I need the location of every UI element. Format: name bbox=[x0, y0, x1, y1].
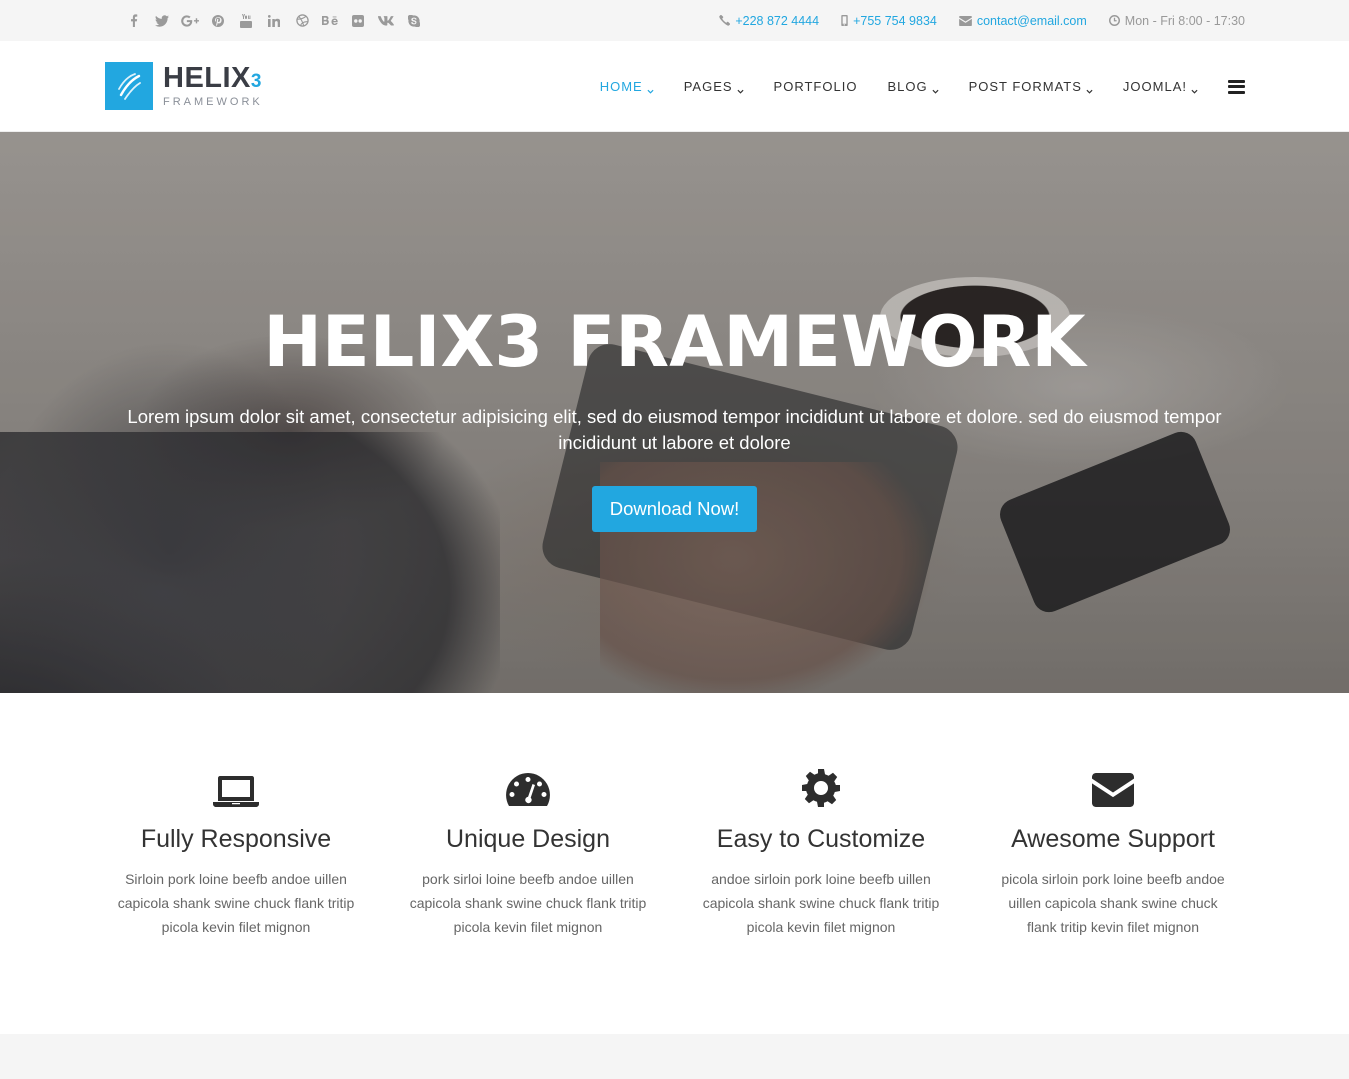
laptop-icon bbox=[106, 767, 366, 807]
features-section: Fully Responsive Sirloin pork loine beef… bbox=[0, 693, 1349, 1034]
feature-unique-design: Unique Design pork sirloi loine beefb an… bbox=[398, 767, 658, 939]
nav-item-home[interactable]: HOME bbox=[600, 79, 654, 94]
mobile-link[interactable]: +755 754 9834 bbox=[853, 14, 937, 28]
skype-icon[interactable] bbox=[400, 14, 428, 27]
chevron-down-icon bbox=[647, 83, 654, 94]
feature-text: picola sirloin pork loine beefb andoe ui… bbox=[1001, 871, 1225, 935]
vk-icon[interactable] bbox=[372, 15, 400, 26]
flickr-icon[interactable] bbox=[344, 14, 372, 27]
dashboard-icon bbox=[398, 767, 658, 807]
feature-easy-to-customize: Easy to Customize andoe sirloin pork loi… bbox=[691, 767, 951, 939]
contact-info: +228 872 4444 +755 754 9834 contact@emai… bbox=[697, 0, 1245, 41]
site-logo[interactable]: HELIX3 FRAMEWORK bbox=[105, 62, 263, 110]
feature-awesome-support: Awesome Support picola sirloin pork loin… bbox=[983, 767, 1243, 939]
feature-title: Fully Responsive bbox=[140, 825, 332, 853]
mobile-icon bbox=[841, 15, 848, 26]
logo-subtitle: FRAMEWORK bbox=[163, 96, 263, 108]
feature-text: Sirloin pork loine beefb andoe uillen ca… bbox=[117, 871, 355, 935]
phone-item: +228 872 4444 bbox=[719, 14, 819, 28]
youtube-icon[interactable] bbox=[232, 13, 260, 28]
hero-title: HELIX3 FRAMEWORK bbox=[263, 301, 1086, 383]
feature-text: pork sirloi loine beefb andoe uillen cap… bbox=[409, 871, 647, 935]
hero-description: Lorem ipsum dolor sit amet, consectetur … bbox=[127, 406, 1222, 453]
google-plus-icon[interactable] bbox=[176, 14, 204, 27]
pinterest-icon[interactable] bbox=[204, 14, 232, 27]
linkedin-icon[interactable] bbox=[260, 14, 288, 27]
envelope-icon bbox=[958, 15, 972, 26]
business-hours: Mon - Fri 8:00 - 17:30 bbox=[1124, 13, 1245, 28]
download-now-button[interactable]: Download Now! bbox=[591, 486, 758, 532]
email-link[interactable]: contact@email.com bbox=[977, 14, 1087, 28]
chevron-down-icon bbox=[737, 83, 744, 94]
social-links bbox=[120, 0, 428, 41]
feature-text: andoe sirloin pork loine beefb uillen ca… bbox=[702, 871, 940, 935]
chevron-down-icon bbox=[1086, 83, 1093, 94]
feature-title: Easy to Customize bbox=[716, 825, 926, 853]
facebook-icon[interactable] bbox=[120, 14, 148, 27]
top-bar: +228 872 4444 +755 754 9834 contact@emai… bbox=[0, 0, 1349, 41]
chevron-down-icon bbox=[932, 83, 939, 94]
bottom-section-strip bbox=[0, 1034, 1349, 1079]
twitter-icon[interactable] bbox=[148, 14, 176, 27]
gear-icon bbox=[691, 767, 951, 807]
clock-icon bbox=[1108, 15, 1120, 26]
logo-mark-icon bbox=[105, 62, 153, 110]
hours-item: Mon - Fri 8:00 - 17:30 bbox=[1108, 13, 1245, 28]
hamburger-menu-icon[interactable] bbox=[1228, 79, 1245, 94]
feature-fully-responsive: Fully Responsive Sirloin pork loine beef… bbox=[106, 767, 366, 939]
nav-item-blog[interactable]: BLOG bbox=[887, 79, 939, 94]
chevron-down-icon bbox=[1191, 83, 1198, 94]
feature-title: Unique Design bbox=[446, 825, 610, 853]
mobile-item: +755 754 9834 bbox=[841, 14, 937, 28]
logo-title: HELIX3 bbox=[163, 62, 262, 94]
nav-item-post-formats[interactable]: POST FORMATS bbox=[969, 79, 1093, 94]
feature-title: Awesome Support bbox=[1011, 825, 1215, 853]
nav-item-joomla[interactable]: JOOMLA! bbox=[1123, 79, 1198, 94]
behance-icon[interactable] bbox=[316, 15, 344, 26]
envelope-icon bbox=[983, 767, 1243, 807]
phone-icon bbox=[719, 15, 731, 26]
hero-banner: HELIX3 FRAMEWORK Lorem ipsum dolor sit a… bbox=[0, 132, 1349, 693]
main-nav: HOME PAGES PORTFOLIO BLOG POST FORMATS J… bbox=[570, 41, 1245, 132]
dribbble-icon[interactable] bbox=[288, 14, 316, 27]
email-item: contact@email.com bbox=[958, 14, 1087, 28]
site-header: HELIX3 FRAMEWORK HOME PAGES PORTFOLIO BL… bbox=[0, 41, 1349, 132]
nav-item-pages[interactable]: PAGES bbox=[684, 79, 744, 94]
nav-item-portfolio[interactable]: PORTFOLIO bbox=[774, 79, 858, 94]
phone-link[interactable]: +228 872 4444 bbox=[735, 14, 819, 28]
